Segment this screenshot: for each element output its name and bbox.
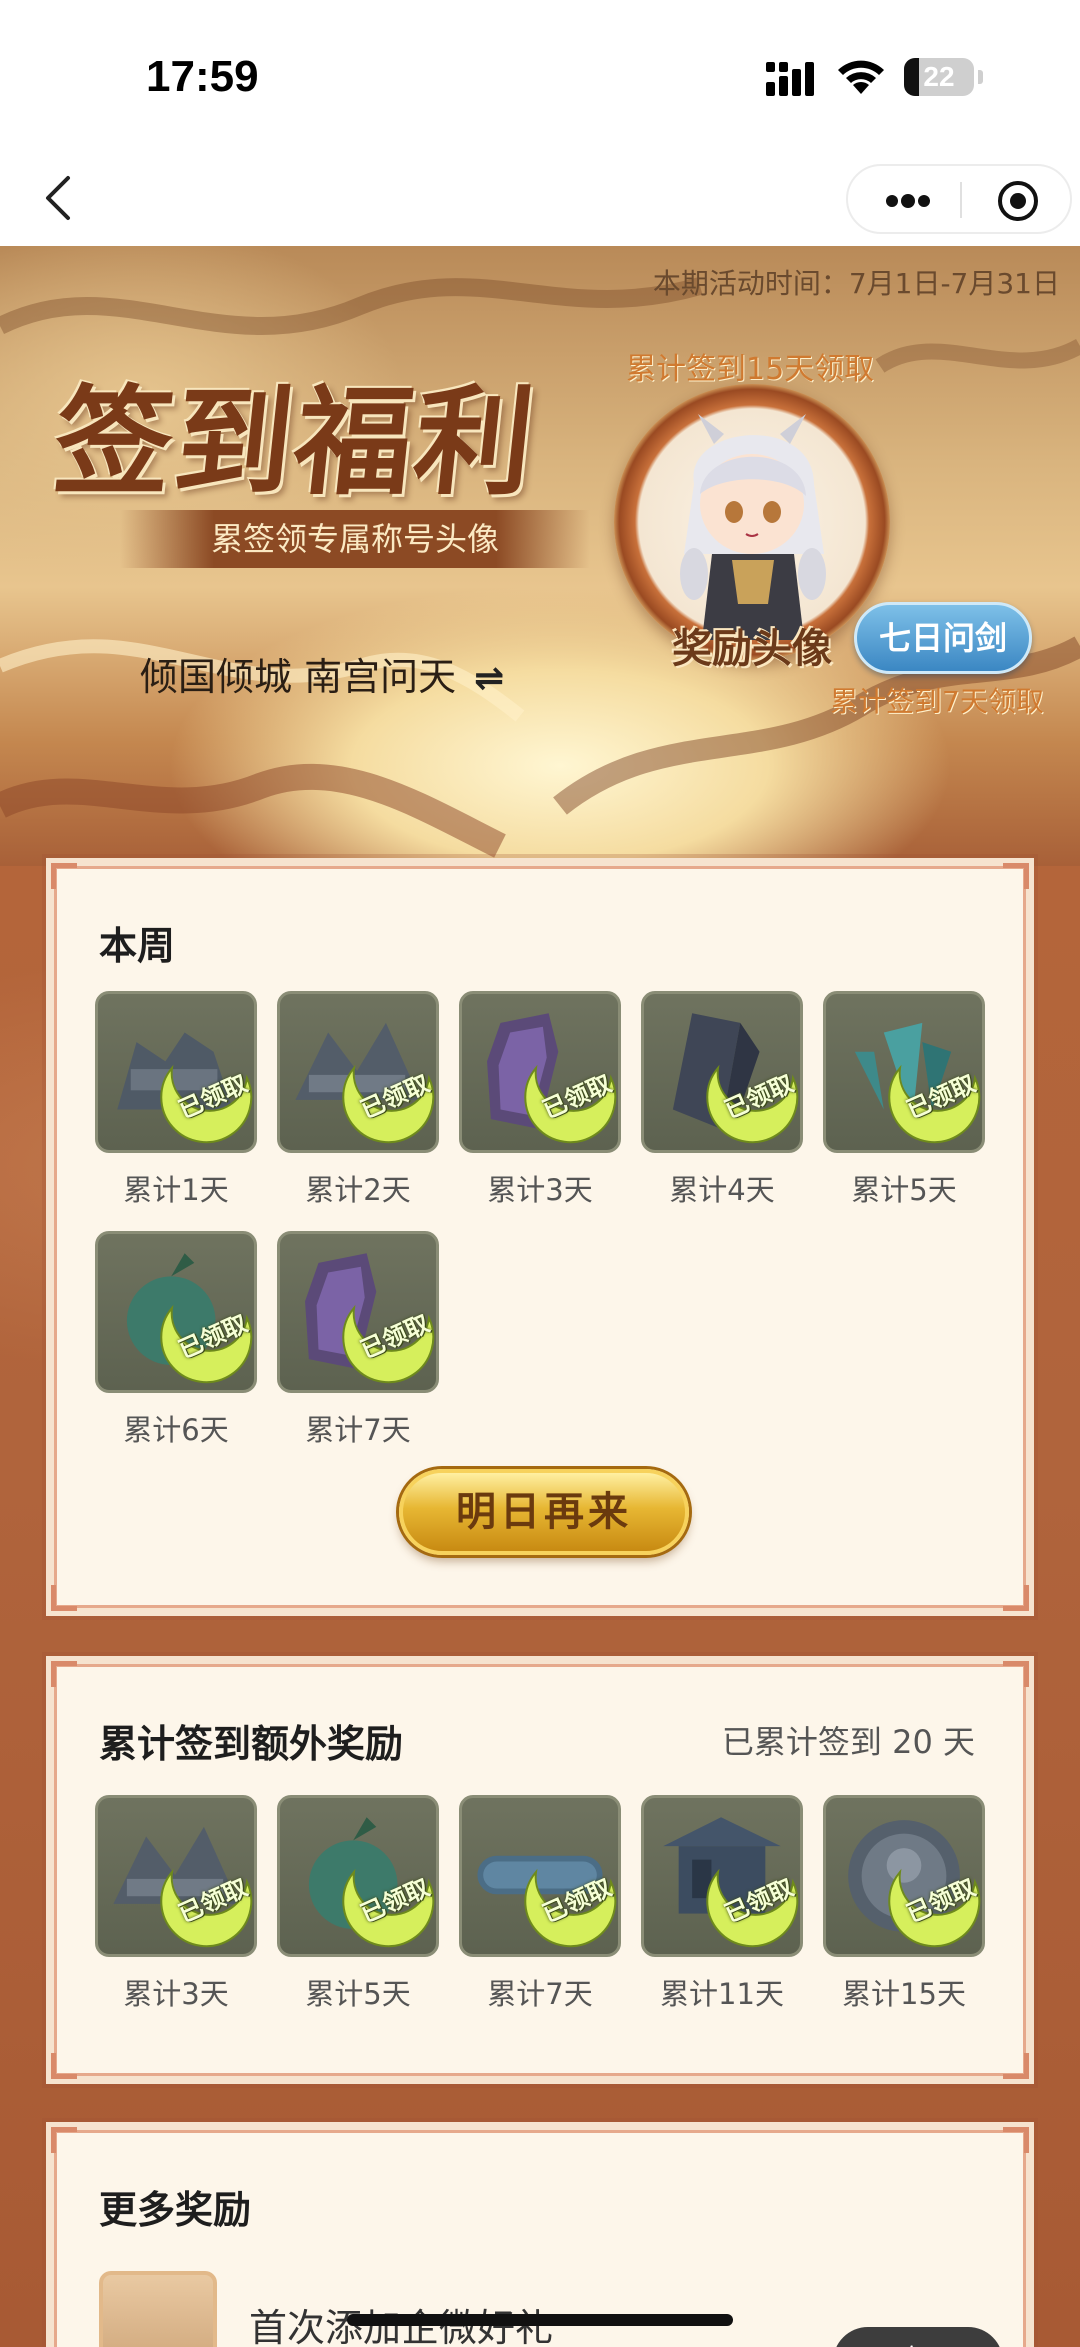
weekly-reward-day5[interactable]: 已领取 累计5天 [823,991,985,1209]
banner-subtitle: 累签领专属称号头像 [120,510,590,568]
weekly-title: 本周 [99,924,176,968]
cellular-signal-icon [766,62,814,96]
gift-thumbnail-icon [99,2271,217,2347]
more-rewards-title: 更多奖励 [99,2188,252,2232]
ruin-icon: 已领取 [277,991,439,1153]
weekly-reward-day2[interactable]: 已领取 累计2天 [277,991,439,1209]
character-avatar-icon [680,414,826,640]
come-back-tomorrow-button[interactable]: 明日再来 [399,1469,689,1555]
cumulative-reward-7[interactable]: 已领取 累计7天 [459,1795,621,2013]
avatar-requirement-label: 累计签到15天领取 [626,352,875,387]
teal-crystal-icon: 已领取 [823,991,985,1153]
ruin-icon: 已领取 [95,991,257,1153]
reward-label: 累计3天 [487,1173,593,1207]
weekly-reward-day3[interactable]: 已领取 累计3天 [459,991,621,1209]
more-dots-icon[interactable] [868,176,948,226]
badge-requirement-label: 累计签到7天领取 [830,685,1044,718]
status-time: 17:59 [146,52,259,101]
weekly-card: 本周 已领取 累计1天 已领取 累计2天 已领取 累计3天 已领取 累计4天 已… [46,858,1034,1616]
reward-avatar-label: 奖励头像 [672,625,832,672]
cumulative-progress: 已累计签到 20 天 [721,1723,975,1761]
home-indicator [347,2314,733,2326]
reward-label: 累计7天 [305,1413,411,1447]
cumulative-reward-15[interactable]: 已领取 累计15天 [823,1795,985,2013]
cumulative-reward-11[interactable]: 已领取 累计11天 [641,1795,803,2013]
corner-ornament [1003,1661,1029,1687]
cumulative-reward-3[interactable]: 已领取 累计3天 [95,1795,257,2013]
fruit-icon: 已领取 [95,1231,257,1393]
reward-label: 累计2天 [305,1173,411,1207]
title-selector[interactable]: 倾国倾城 南宫问天 ⇌ [140,646,504,701]
reward-label: 累计15天 [842,1977,966,2011]
corner-ornament [51,2127,77,2153]
fruit-icon: 已领取 [277,1795,439,1957]
capsule-divider [960,182,962,218]
title-badge[interactable]: 七日问剑 [854,602,1032,674]
corner-ornament [51,1585,77,1611]
reward-label: 累计3天 [123,1977,229,2011]
sign-in-banner: 本期活动时间：7月1日-7月31日 签到福利 累签领专属称号头像 倾国倾城 南宫… [0,246,1080,866]
nav-bar [0,150,1080,246]
corner-ornament [1003,2053,1029,2079]
reward-label: 累计5天 [851,1173,957,1207]
reward-label: 累计1天 [123,1173,229,1207]
weekly-reward-day7[interactable]: 已领取 累计7天 [277,1231,439,1449]
corner-ornament [1003,1585,1029,1611]
swap-icon[interactable]: ⇌ [474,658,504,699]
corner-ornament [1003,2127,1029,2153]
cumulative-title: 累计签到额外奖励 [99,1722,404,1766]
purple-frame-icon: 已领取 [459,991,621,1153]
pavilion-icon: 已领取 [641,1795,803,1957]
battery-level: 22 [923,61,955,92]
battery-icon: 22 [904,58,974,96]
weekly-reward-day4[interactable]: 已领取 累计4天 [641,991,803,1209]
corner-ornament [51,1661,77,1687]
reward-label: 累计4天 [669,1173,775,1207]
wifi-icon [838,60,884,94]
miniprogram-capsule [846,164,1072,234]
status-bar: 17:59 22 [0,0,1080,150]
current-title: 倾国倾城 南宫问天 [140,655,457,699]
avatar-frame-icon: 已领取 [823,1795,985,1957]
crystal-icon: 已领取 [641,991,803,1153]
reward-label: 累计5天 [305,1977,411,2011]
purple-frame-icon: 已领取 [277,1231,439,1393]
battery-tip [978,70,983,84]
corner-ornament [51,863,77,889]
corner-ornament [51,2053,77,2079]
title-badge-icon: 已领取 [459,1795,621,1957]
back-button[interactable] [30,168,90,228]
reward-label: 累计6天 [123,1413,229,1447]
target-icon[interactable] [978,176,1058,226]
ruin-icon: 已领取 [95,1795,257,1957]
activity-time: 本期活动时间：7月1日-7月31日 [652,267,1060,300]
weekly-reward-day1[interactable]: 已领取 累计1天 [95,991,257,1209]
cumulative-card: 累计签到额外奖励 已累计签到 20 天 已领取 累计3天 已领取 累计5天 已领… [46,1656,1034,2084]
corner-ornament [1003,863,1029,889]
more-reward-row[interactable]: 首次添加企微好礼 已领取 [99,2271,1003,2347]
reward-label: 累计7天 [487,1977,593,2011]
reward-label: 累计11天 [660,1977,784,2011]
cumulative-reward-5[interactable]: 已领取 累计5天 [277,1795,439,2013]
weekly-reward-day6[interactable]: 已领取 累计6天 [95,1231,257,1449]
banner-title: 签到福利 [47,372,543,511]
claimed-button[interactable]: 已领取 [833,2327,1003,2347]
